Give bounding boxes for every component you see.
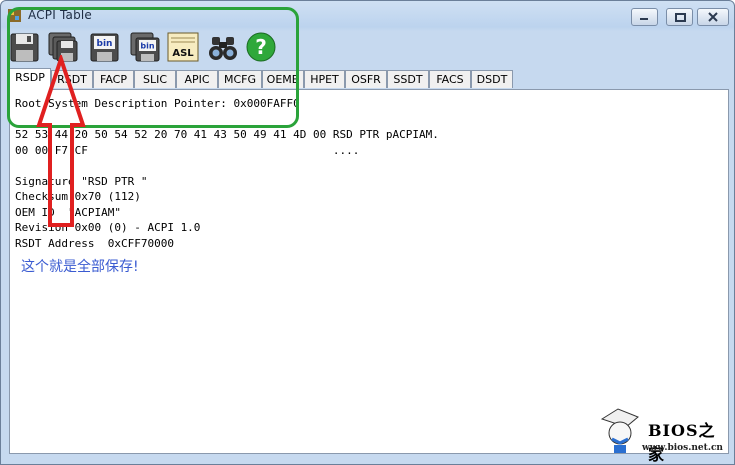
close-icon [708,12,718,22]
annotation-text: 这个就是全部保存! [21,259,139,275]
watermark-title: BIOS之家 [648,421,716,464]
maximize-icon [675,13,686,22]
tab-dsdt[interactable]: DSDT [471,70,513,88]
minimize-button[interactable] [631,8,658,26]
maximize-button[interactable] [666,8,693,26]
tab-hpet[interactable]: HPET [304,70,345,88]
content-line: RSDT Address 0xCFF70000 [15,236,174,250]
tab-ssdt[interactable]: SSDT [387,70,429,88]
minimize-icon [640,18,648,20]
table-content-panel[interactable]: Root System Description Pointer: 0x000FA… [9,89,729,454]
watermark: BIOS之家 www.bios.net.cn [598,405,728,464]
watermark-url: www.bios.net.cn [642,443,723,453]
tab-osfr[interactable]: OSFR [345,70,387,88]
mascot-logo-icon [600,408,639,453]
red-arrow-icon [36,55,86,227]
close-button[interactable] [697,8,729,26]
tab-facs[interactable]: FACS [429,70,471,88]
